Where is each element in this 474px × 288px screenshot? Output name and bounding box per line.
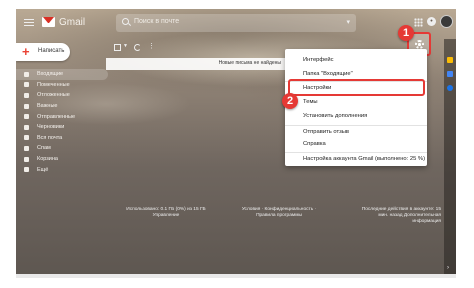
sidebar-item-label: Черновики [37, 124, 65, 131]
step-badge-2: 2 [282, 93, 298, 109]
menu-item-account-setup[interactable]: Настройка аккаунта Gmail (выполнено: 25 … [285, 153, 427, 165]
gear-icon [415, 40, 424, 49]
tasks-icon[interactable] [447, 71, 453, 77]
star-icon [24, 82, 29, 88]
search-placeholder: Поиск в почте [134, 18, 180, 25]
sidebar-item-label: Отложенные [37, 92, 70, 99]
sidebar-item-all-mail[interactable]: Вся почта [16, 133, 108, 144]
sidebar-item-label: Ещё [37, 166, 49, 173]
compose-button[interactable]: + Написать [16, 43, 70, 61]
sidebar-item-label: Спам [37, 145, 51, 152]
sidebar-item-label: Входящие [37, 71, 64, 78]
menu-item-interface[interactable]: Интерфейс [285, 54, 427, 66]
step-badge-1: 1 [398, 25, 414, 41]
search-options-icon[interactable]: ▾ [346, 18, 350, 26]
menu-item-addons[interactable]: Установить дополнения [285, 110, 427, 122]
sidebar-item-label: Вся почта [37, 134, 63, 141]
apps-grid-icon[interactable] [414, 18, 423, 27]
avatar[interactable] [440, 15, 453, 28]
chevron-down-icon [24, 167, 29, 173]
footer-links[interactable]: Условия · Конфиденциальность · Правила п… [233, 207, 325, 219]
menu-item-help[interactable]: Справка [285, 138, 427, 150]
inbox-icon [24, 71, 29, 77]
trash-icon [24, 156, 29, 162]
settings-menu: Интерфейс Папка "Входящие" Настройки Тем… [285, 49, 427, 166]
sidebar: Входящие Помеченные Отложенные Важные От… [16, 69, 108, 175]
chevron-down-icon[interactable]: ▼ [123, 43, 128, 49]
important-icon [24, 103, 29, 109]
sidebar-item-trash[interactable]: Корзина [16, 154, 108, 165]
sidebar-item-sent[interactable]: Отправленные [16, 111, 108, 122]
mail-icon [24, 135, 29, 141]
sidebar-item-inbox[interactable]: Входящие [16, 69, 108, 80]
sidebar-item-more[interactable]: Ещё [16, 164, 108, 175]
sidebar-item-snoozed[interactable]: Отложенные [16, 90, 108, 101]
sidebar-item-important[interactable]: Важные [16, 101, 108, 112]
keep-icon[interactable] [447, 85, 453, 91]
clock-icon [24, 92, 29, 98]
sidebar-item-label: Корзина [37, 156, 58, 163]
hamburger-menu-icon[interactable] [24, 19, 34, 26]
compose-label: Написать [38, 48, 65, 54]
search-icon[interactable] [122, 18, 129, 25]
top-bar: Gmail Поиск в почте ▾ • [16, 9, 456, 37]
search-input[interactable]: Поиск в почте ▾ [116, 14, 356, 32]
side-panel: › [444, 39, 456, 274]
chevron-right-icon[interactable]: › [447, 265, 449, 271]
info-bar: Новые письма не найдены [106, 58, 286, 70]
sidebar-item-label: Важные [37, 103, 58, 110]
spam-icon [24, 145, 29, 151]
select-all-checkbox[interactable] [114, 44, 121, 51]
more-vert-icon[interactable]: ⋮ [148, 43, 155, 51]
mail-toolbar: ▼ ⋮ [114, 42, 274, 54]
sidebar-item-spam[interactable]: Спам [16, 143, 108, 154]
sidebar-item-drafts[interactable]: Черновики [16, 122, 108, 133]
calendar-icon[interactable] [447, 57, 453, 63]
gmail-logo-icon[interactable] [42, 17, 55, 27]
settings-highlight-frame [288, 79, 425, 96]
sidebar-item-starred[interactable]: Помеченные [16, 80, 108, 91]
account-activity[interactable]: Последние действия в аккаунте: 15 мин. н… [351, 207, 441, 225]
plus-icon: + [22, 44, 30, 59]
menu-item-feedback[interactable]: Отправить отзыв [285, 126, 427, 138]
window-bottom-edge [16, 274, 456, 278]
sidebar-item-label: Отправленные [37, 113, 76, 120]
refresh-icon[interactable] [134, 44, 141, 51]
logo-text[interactable]: Gmail [59, 17, 85, 28]
draft-icon [24, 124, 29, 130]
sidebar-item-label: Помеченные [37, 81, 70, 88]
bell-icon[interactable]: • [427, 17, 436, 26]
send-icon [24, 114, 29, 120]
storage-usage[interactable]: Использовано: 0.1 ГБ (0%) из 15 ГБ Управ… [126, 207, 206, 219]
info-text: Новые письма не найдены [218, 60, 281, 66]
menu-item-themes[interactable]: Темы [285, 96, 427, 108]
